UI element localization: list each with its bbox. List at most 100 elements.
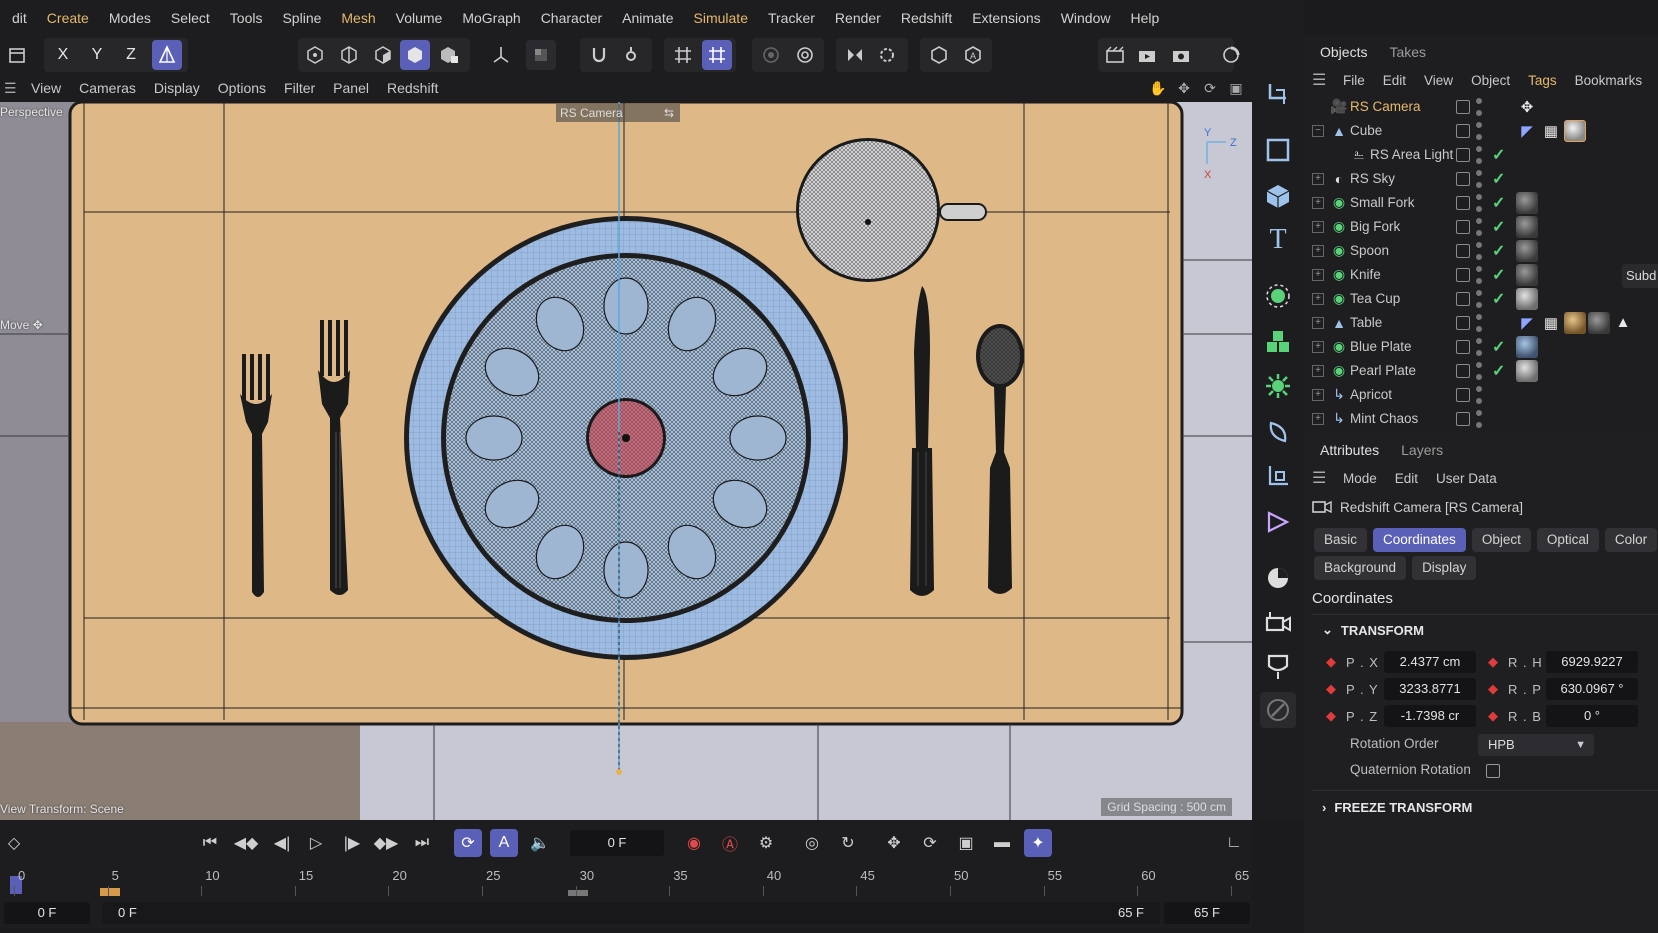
- position-key-icon[interactable]: ✥: [880, 829, 908, 857]
- autokey-icon[interactable]: Ⓐ: [716, 829, 744, 857]
- enabled-check-icon[interactable]: ✓: [1492, 193, 1505, 213]
- light-icon[interactable]: [1260, 648, 1296, 684]
- compositing-tag-icon[interactable]: ◤: [1516, 312, 1538, 334]
- magnet-snap-icon[interactable]: [584, 40, 614, 70]
- coord-value-field[interactable]: -1.7398 cr: [1384, 705, 1476, 727]
- layer-visibility-box[interactable]: [1456, 267, 1470, 282]
- record-keyframe-icon[interactable]: ◉: [680, 829, 708, 857]
- editor-render-dots[interactable]: [1476, 121, 1482, 140]
- object-row-rs-area-light[interactable]: ⎁ RS Area Light ✓: [1304, 142, 1658, 167]
- attr-tab-object[interactable]: Object: [1471, 528, 1531, 552]
- x-axis-button[interactable]: X: [48, 40, 78, 70]
- layer-visibility-box[interactable]: [1456, 315, 1470, 330]
- z-axis-button[interactable]: Z: [116, 40, 146, 70]
- rotation-key-icon[interactable]: ⟳: [916, 829, 944, 857]
- model-mode-icon[interactable]: [400, 40, 430, 70]
- checker-tag-icon[interactable]: ▦: [1540, 120, 1562, 142]
- coord-value-field[interactable]: 6929.9227: [1546, 651, 1638, 673]
- coord-value-field[interactable]: 2.4377 cm: [1384, 651, 1476, 673]
- expand-toggle-icon[interactable]: +: [1312, 388, 1324, 401]
- phong-tag-icon[interactable]: ▲: [1612, 312, 1634, 334]
- attributes-menu-icon[interactable]: ☰: [1312, 468, 1334, 488]
- objects-menu-view[interactable]: View: [1415, 73, 1462, 88]
- menu-item-extensions[interactable]: Extensions: [962, 10, 1050, 26]
- object-row-cube[interactable]: − ▲ Cube ◤ ▦: [1304, 118, 1658, 143]
- menu-item-help[interactable]: Help: [1120, 10, 1169, 26]
- editor-render-dots[interactable]: [1476, 361, 1482, 380]
- layer-visibility-box[interactable]: [1456, 411, 1470, 426]
- editor-render-dots[interactable]: [1476, 145, 1482, 164]
- enabled-check-icon[interactable]: ✓: [1492, 169, 1505, 189]
- objects-menu-edit[interactable]: Edit: [1374, 73, 1415, 88]
- object-row-mint-chaos[interactable]: + ↳ Mint Chaos: [1304, 406, 1658, 431]
- attr-tab-color[interactable]: Color: [1604, 528, 1658, 552]
- scale-key-icon[interactable]: ▣: [952, 829, 980, 857]
- uv-mode-icon[interactable]: [434, 40, 464, 70]
- menu-item-mesh[interactable]: Mesh: [331, 10, 385, 26]
- menu-item-volume[interactable]: Volume: [386, 10, 453, 26]
- editor-render-dots[interactable]: [1476, 337, 1482, 356]
- sound-icon[interactable]: 🔈: [526, 829, 554, 857]
- viewport-menu-panel[interactable]: Panel: [324, 80, 378, 96]
- tab-objects[interactable]: Objects: [1310, 44, 1379, 66]
- expand-toggle-icon[interactable]: +: [1312, 292, 1324, 305]
- material-tag[interactable]: [1588, 311, 1610, 334]
- rectangle-icon[interactable]: [1260, 132, 1296, 168]
- subdivision-surface-icon[interactable]: [1260, 278, 1296, 314]
- viewport-menu-options[interactable]: Options: [209, 80, 275, 96]
- editor-render-dots[interactable]: [1476, 97, 1482, 116]
- object-row-table[interactable]: + ▲ Table ◤ ▦ ▲: [1304, 310, 1658, 335]
- layer-visibility-box[interactable]: [1456, 219, 1470, 234]
- freeze-transform-toggle[interactable]: › FREEZE TRANSFORM: [1322, 800, 1472, 815]
- object-row-small-fork[interactable]: + ◉ Small Fork ✓: [1304, 190, 1658, 215]
- editor-render-dots[interactable]: [1476, 409, 1482, 428]
- expand-toggle-icon[interactable]: −: [1312, 124, 1324, 137]
- expand-toggle-icon[interactable]: +: [1312, 196, 1324, 209]
- menu-item-tracker[interactable]: Tracker: [758, 10, 825, 26]
- object-row-spoon[interactable]: + ◉ Spoon ✓: [1304, 238, 1658, 263]
- material-tag-pearl[interactable]: [1516, 359, 1538, 382]
- attributes-menu-edit[interactable]: Edit: [1386, 471, 1427, 486]
- object-row-pearl-plate[interactable]: + ◉ Pearl Plate ✓: [1304, 358, 1658, 383]
- keyframe-diamond-icon[interactable]: ◆: [1326, 654, 1346, 670]
- previous-keyframe-icon[interactable]: ◀◆: [232, 829, 260, 857]
- menu-item-spline[interactable]: Spline: [272, 10, 331, 26]
- range-marker[interactable]: [100, 888, 120, 896]
- enabled-check-icon[interactable]: ✓: [1492, 241, 1505, 261]
- objects-menu-bookmarks[interactable]: Bookmarks: [1566, 73, 1652, 88]
- workplane-grid-icon[interactable]: [702, 40, 732, 70]
- object-row-blue-plate[interactable]: + ◉ Blue Plate ✓: [1304, 334, 1658, 359]
- axis-tool-icon[interactable]: [486, 40, 516, 70]
- expand-toggle-icon[interactable]: +: [1312, 268, 1324, 281]
- undo-history-icon[interactable]: [2, 40, 32, 70]
- material-tag[interactable]: [1516, 215, 1538, 238]
- layer-visibility-box[interactable]: [1456, 243, 1470, 258]
- parameter-key-icon[interactable]: ▬: [988, 829, 1016, 857]
- editor-render-dots[interactable]: [1476, 193, 1482, 212]
- previous-frame-icon[interactable]: ◀|: [268, 829, 296, 857]
- audio-scrub-icon[interactable]: A: [490, 829, 518, 857]
- tab-attributes[interactable]: Attributes: [1310, 442, 1391, 464]
- objects-menu-file[interactable]: File: [1334, 73, 1374, 88]
- attributes-menu-user-data[interactable]: User Data: [1427, 471, 1506, 486]
- menu-item-character[interactable]: Character: [531, 10, 612, 26]
- material-tag-white[interactable]: [1564, 119, 1586, 142]
- attr-tab-background[interactable]: Background: [1314, 556, 1407, 580]
- editor-render-dots[interactable]: [1476, 289, 1482, 308]
- current-frame-field[interactable]: 0 F: [570, 830, 664, 856]
- expand-toggle-icon[interactable]: +: [1312, 244, 1324, 257]
- material-tag[interactable]: [1516, 239, 1538, 262]
- expand-toggle-icon[interactable]: +: [1312, 220, 1324, 233]
- viewport-menu-display[interactable]: Display: [145, 80, 209, 96]
- timeline-ruler[interactable]: 0 5 10 15 20 25 30 35 40 45 50 55 60 65: [0, 866, 1252, 898]
- enabled-check-icon[interactable]: ✓: [1492, 217, 1505, 237]
- enabled-check-icon[interactable]: ✓: [1492, 289, 1505, 309]
- deformer-icon[interactable]: [1260, 414, 1296, 450]
- coordinate-system-button[interactable]: [152, 40, 182, 70]
- material-tag-gold[interactable]: [1564, 311, 1586, 334]
- polygons-mode-icon[interactable]: [368, 40, 398, 70]
- text-tool-icon[interactable]: T: [1260, 222, 1296, 258]
- material-tag-pearl[interactable]: [1516, 287, 1538, 310]
- workplane-icon[interactable]: [526, 40, 556, 70]
- cube-icon[interactable]: [1260, 178, 1296, 214]
